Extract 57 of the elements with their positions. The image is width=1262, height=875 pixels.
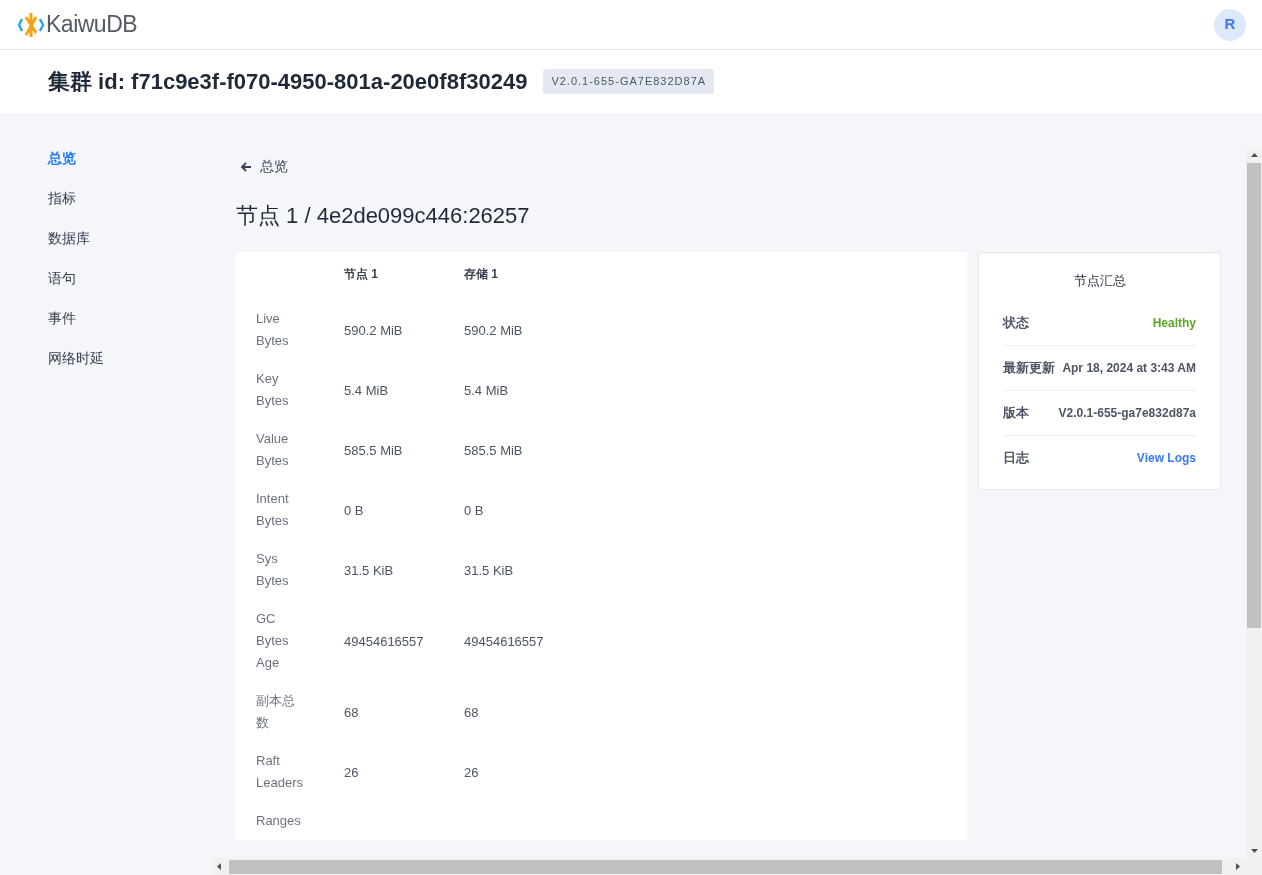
table-cell: 26 [344, 765, 359, 780]
row-label: Intent Bytes [256, 490, 290, 530]
summary-value: Apr 18, 2024 at 3:43 AM [1062, 359, 1196, 377]
table-cell: 49454616557 [344, 634, 424, 649]
table-cell: 31.5 KiB [344, 563, 394, 578]
table-cell: 585.5 MiB [344, 443, 403, 458]
summary-label: 日志 [1003, 449, 1029, 468]
row-label: Ranges [256, 812, 302, 830]
back-link[interactable]: 总览 [240, 156, 288, 177]
status-value: Healthy [1152, 314, 1196, 332]
row-label: Value Bytes [256, 430, 290, 470]
table-cell: 31.5 KiB [464, 563, 514, 578]
sidebar-item[interactable]: 总览 [48, 147, 76, 169]
scroll-left-icon[interactable] [217, 863, 221, 870]
scroll-down-icon[interactable] [1250, 849, 1258, 853]
sidebar-item[interactable]: 语句 [48, 267, 76, 289]
row-label: Key Bytes [256, 370, 290, 410]
card-title: 节点汇总 [1072, 272, 1127, 290]
scroll-up-icon[interactable] [1250, 153, 1258, 157]
summary-value: V2.0.1-655-ga7e832d87a [1058, 404, 1196, 422]
sidebar-item[interactable]: 指标 [48, 187, 76, 209]
table-cell: 5.4 MiB [464, 383, 509, 398]
table-cell: 68 [464, 705, 479, 720]
table-cell: 49454616557 [464, 634, 544, 649]
column-header: 节点 1 [344, 266, 379, 283]
table-cell: 0 B [464, 503, 484, 518]
version-badge: V2.0.1-655-GA7E832D87A [543, 69, 715, 94]
summary-label: 版本 [1003, 403, 1029, 422]
view-logs-link[interactable]: View Logs [1136, 449, 1196, 467]
row-label: Raft Leaders [256, 752, 304, 792]
row-label: GC Bytes Age [256, 610, 290, 672]
summary-label: 最新更新 [1003, 358, 1055, 377]
sidebar-item[interactable]: 事件 [48, 307, 76, 329]
sidebar-item[interactable]: 网络时延 [48, 347, 104, 369]
page-title: 节点 1 / 4e2de099c446:26257 [236, 202, 530, 230]
table-cell: 585.5 MiB [464, 443, 523, 458]
logo-text: KaiwuDB [46, 10, 138, 40]
summary-label: 状态 [1003, 313, 1029, 332]
logo-icon [18, 10, 44, 39]
cluster-title: 集群 id: f71c9e3f-f070-4950-801a-20e0f8f30249 [48, 68, 528, 96]
table-cell: 5.4 MiB [344, 383, 389, 398]
row-label: 副本总数 [256, 692, 296, 732]
table-cell: 590.2 MiB [464, 323, 523, 338]
horizontal-scrollbar[interactable] [212, 858, 1262, 875]
table-cell: 68 [344, 705, 359, 720]
sidebar-item[interactable]: 数据库 [48, 227, 90, 249]
scroll-right-icon[interactable] [1236, 863, 1240, 870]
scrollbar-thumb[interactable] [229, 859, 1222, 874]
row-label: Sys Bytes [256, 550, 290, 590]
scrollbar-thumb[interactable] [1247, 163, 1261, 628]
row-label: Live Bytes [256, 310, 290, 350]
back-arrow-icon [240, 160, 252, 173]
vertical-scrollbar[interactable] [1246, 148, 1262, 858]
column-header: 存储 1 [464, 266, 499, 283]
table-cell: 0 B [344, 503, 364, 518]
table-cell: 590.2 MiB [344, 323, 403, 338]
table-cell: 26 [464, 765, 479, 780]
